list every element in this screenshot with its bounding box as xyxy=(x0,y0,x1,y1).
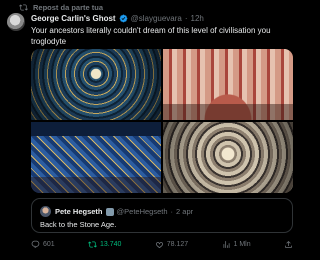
share-icon xyxy=(285,240,292,248)
author-name[interactable]: George Carlin's Ghost xyxy=(31,14,116,23)
repost-icon xyxy=(88,241,97,248)
media-image-pink-mosque[interactable] xyxy=(163,49,293,120)
repost-button[interactable]: 13.740 xyxy=(88,240,121,249)
action-bar: 601 13.740 78.127 1 Mln xyxy=(31,240,293,249)
separator-dot: · xyxy=(184,14,188,23)
media-grid xyxy=(31,49,293,193)
post-text: Your ancestors literally couldn't dream … xyxy=(31,26,271,46)
media-image-ornate-ceiling[interactable] xyxy=(163,122,293,193)
separator-dot: · xyxy=(170,207,174,216)
quoted-post[interactable]: Pete Hegseth @PeteHegseth · 2 apr Back t… xyxy=(31,198,293,233)
reply-button[interactable]: 601 xyxy=(31,240,55,249)
government-badge-icon xyxy=(105,207,114,216)
post-header: George Carlin's Ghost @slayguevara · 12h xyxy=(31,14,204,23)
media-image-blue-courtyard[interactable] xyxy=(31,122,161,193)
media-image-mosque-dome[interactable] xyxy=(31,49,161,120)
views-button[interactable]: 1 Mln xyxy=(222,240,251,249)
quoted-header: Pete Hegseth @PeteHegseth · 2 apr xyxy=(55,207,193,216)
repost-icon xyxy=(19,4,28,11)
heart-icon xyxy=(155,242,163,249)
quoted-text: Back to the Stone Age. xyxy=(40,220,117,229)
repost-count: 13.740 xyxy=(100,241,122,248)
author-avatar[interactable] xyxy=(7,13,25,31)
like-button[interactable]: 78.127 xyxy=(155,240,188,249)
quoted-time: 2 apr xyxy=(176,207,194,216)
reply-icon xyxy=(31,240,40,249)
like-count: 78.127 xyxy=(166,241,189,248)
quoted-avatar xyxy=(40,206,51,217)
share-button[interactable] xyxy=(284,240,293,249)
views-icon xyxy=(223,241,230,248)
views-count: 1 Mln xyxy=(233,241,251,248)
reply-count: 601 xyxy=(43,241,55,248)
repost-label: Repost da parte tua xyxy=(33,3,104,12)
repost-indicator: Repost da parte tua xyxy=(19,3,103,12)
quoted-author-name: Pete Hegseth xyxy=(55,207,103,216)
quoted-author-handle: @PeteHegseth xyxy=(116,207,168,216)
post-time[interactable]: 12h xyxy=(191,14,204,23)
verified-badge-icon xyxy=(119,14,127,23)
author-handle[interactable]: @slayguevara xyxy=(131,14,182,23)
